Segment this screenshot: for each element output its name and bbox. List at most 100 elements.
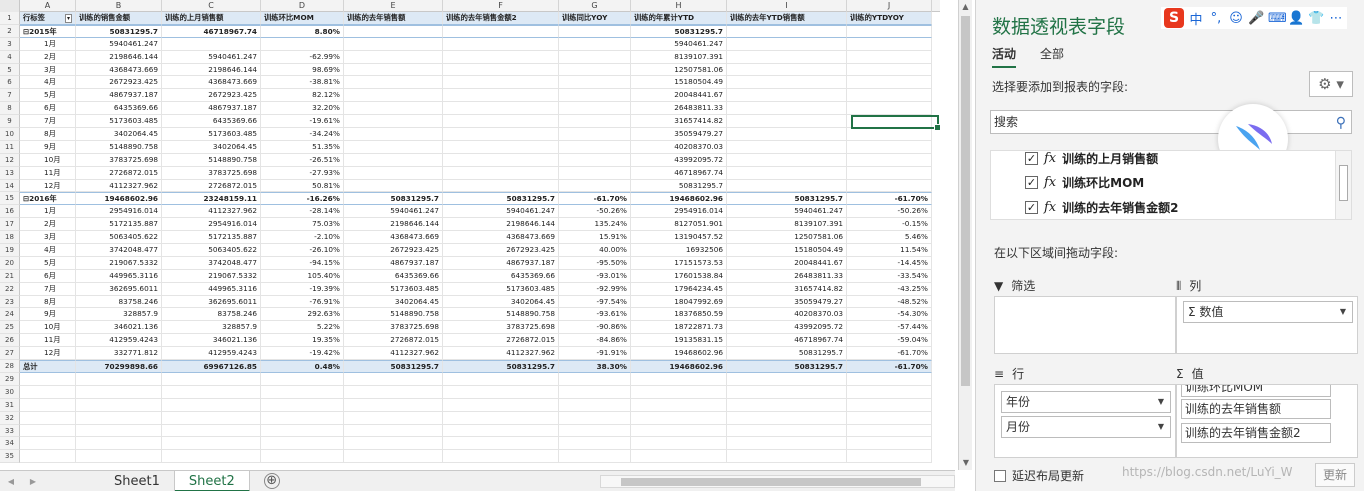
cell[interactable]	[20, 411, 76, 425]
cell[interactable]	[847, 89, 932, 103]
cell[interactable]: 19468602.96	[631, 360, 727, 373]
row-header[interactable]: 7	[0, 89, 20, 103]
cell[interactable]: 16932506	[631, 244, 727, 257]
cell[interactable]: 2月	[20, 50, 76, 64]
cell[interactable]	[443, 37, 559, 51]
cell[interactable]: 2672923.425	[443, 244, 559, 257]
cell[interactable]: -48.52%	[847, 295, 932, 309]
cell[interactable]: 11.54%	[847, 244, 932, 257]
cell[interactable]: 40208370.03	[727, 308, 847, 322]
cell[interactable]	[443, 102, 559, 116]
cell[interactable]: 6月	[20, 269, 76, 283]
cell[interactable]: 5940461.247	[443, 205, 559, 219]
cell[interactable]: 18047992.69	[631, 295, 727, 309]
cell[interactable]: 3783725.698	[344, 321, 443, 335]
checkbox-checked-icon[interactable]: ✓	[1025, 151, 1038, 165]
cell[interactable]	[261, 437, 344, 451]
cell[interactable]	[847, 37, 932, 51]
ime-chinese-icon[interactable]: 中	[1188, 9, 1204, 28]
cell-grid[interactable]: 1 行标签 ▾ 训练的销售金额 训练的上月销售额 训练环比MOM 训练的去年销售额 训练的去年…	[0, 12, 940, 464]
cell[interactable]: -14.45%	[847, 256, 932, 270]
scroll-down-icon[interactable]: ▼	[959, 456, 973, 470]
cell[interactable]: 26483811.33	[631, 102, 727, 116]
row-header[interactable]: 35	[0, 450, 20, 464]
cell[interactable]	[559, 50, 631, 64]
filter-dropdown-icon[interactable]: ▾	[64, 14, 72, 23]
worksheet[interactable]: ABCDEFGHIJ 1 行标签 ▾ 训练的销售金额 训练的上月销售额 训练环比MOM 训练…	[0, 0, 955, 470]
cell[interactable]: 5148890.758	[443, 308, 559, 322]
cell[interactable]: 训练的年累计YTD	[631, 12, 727, 25]
cell[interactable]: 8月	[20, 295, 76, 309]
cell[interactable]: -26.51%	[261, 153, 344, 167]
cell[interactable]: 训练的销售金额	[76, 12, 162, 25]
row-header[interactable]: 12	[0, 153, 20, 167]
cell[interactable]	[727, 76, 847, 90]
cell[interactable]	[443, 140, 559, 154]
cell[interactable]	[20, 437, 76, 451]
cell[interactable]	[847, 102, 932, 116]
cell[interactable]: 40.00%	[559, 244, 631, 257]
cell[interactable]: 3月	[20, 63, 76, 77]
cell[interactable]: 4368473.669	[162, 76, 261, 90]
cell[interactable]	[847, 115, 932, 129]
cell[interactable]: 2672923.425	[162, 89, 261, 103]
cell[interactable]	[344, 37, 443, 51]
delay-checkbox[interactable]	[994, 469, 1006, 482]
cell[interactable]	[344, 398, 443, 412]
cell[interactable]: -97.54%	[559, 295, 631, 309]
cell[interactable]	[559, 128, 631, 141]
cell[interactable]	[847, 63, 932, 77]
cell[interactable]: 18376850.59	[631, 308, 727, 322]
cell[interactable]: 2954916.014	[76, 205, 162, 219]
cell[interactable]	[261, 411, 344, 425]
field-item[interactable]: ✓ fx 训练环比MOM	[1025, 171, 1144, 193]
rows-item[interactable]: 年份 ▼	[1001, 391, 1171, 413]
tab-prev-icon[interactable]: ◀	[0, 477, 22, 486]
cell[interactable]	[847, 140, 932, 154]
cell[interactable]: 训练的去年销售金额2	[443, 12, 559, 25]
cell[interactable]	[20, 398, 76, 412]
cell[interactable]	[76, 411, 162, 425]
cell[interactable]: -50.26%	[559, 205, 631, 219]
row-header[interactable]: 1	[0, 12, 20, 25]
row-header[interactable]: 24	[0, 308, 20, 322]
delay-update-option[interactable]: 延迟布局更新	[994, 467, 1084, 484]
cell[interactable]: 3402064.45	[344, 295, 443, 309]
row-header[interactable]: 16	[0, 205, 20, 219]
cell[interactable]	[847, 179, 932, 193]
cell[interactable]	[443, 179, 559, 193]
cell[interactable]: 2954916.014	[162, 218, 261, 232]
add-sheet-icon[interactable]: ⊕	[263, 473, 280, 489]
cell[interactable]: 8139107.391	[631, 50, 727, 64]
cell[interactable]	[559, 24, 631, 38]
cell[interactable]: 总计	[20, 360, 76, 373]
cell[interactable]: 3月	[20, 231, 76, 245]
cell[interactable]	[443, 424, 559, 438]
row-header[interactable]: 19	[0, 244, 20, 257]
cell[interactable]	[261, 385, 344, 399]
row-header[interactable]: 23	[0, 295, 20, 309]
cell[interactable]: 38.30%	[559, 360, 631, 373]
cell[interactable]: 4867937.187	[443, 256, 559, 270]
cell[interactable]: 292.63%	[261, 308, 344, 322]
cell[interactable]: 1月	[20, 37, 76, 51]
cell[interactable]: 5148890.758	[344, 308, 443, 322]
cell[interactable]: 17601538.84	[631, 269, 727, 283]
cell[interactable]	[847, 128, 932, 141]
row-header[interactable]: 20	[0, 256, 20, 270]
cell[interactable]: -92.99%	[559, 282, 631, 296]
checkbox-checked-icon[interactable]: ✓	[1025, 175, 1038, 189]
cell[interactable]: 346021.136	[162, 334, 261, 348]
cell[interactable]: 135.24%	[559, 218, 631, 232]
chevron-down-icon[interactable]: ▼	[1158, 392, 1164, 412]
cell[interactable]: 2726872.015	[443, 334, 559, 348]
cell[interactable]	[76, 385, 162, 399]
cell[interactable]: -61.70%	[847, 192, 932, 206]
cell[interactable]	[344, 153, 443, 167]
values-item[interactable]: 训练的去年销售金额2	[1181, 423, 1331, 443]
cell[interactable]	[344, 385, 443, 399]
cell[interactable]: -95.50%	[559, 256, 631, 270]
cell[interactable]	[162, 424, 261, 438]
cell[interactable]	[727, 398, 847, 412]
cell[interactable]: -19.42%	[261, 347, 344, 361]
